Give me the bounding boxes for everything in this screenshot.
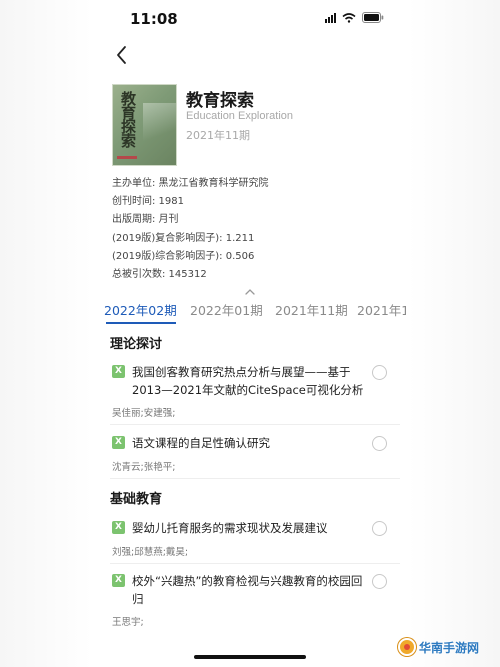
article-tag: X <box>112 365 125 378</box>
article-tag: X <box>112 436 125 449</box>
select-checkbox[interactable] <box>372 436 387 451</box>
select-checkbox[interactable] <box>372 521 387 536</box>
meta-founded: 创刊时间: 1981 <box>112 196 184 208</box>
home-indicator[interactable] <box>194 655 306 659</box>
watermark-logo-icon <box>398 638 416 656</box>
screen: 11:08 教育探索 教育探索 Education Exploration 20… <box>0 0 500 667</box>
battery-icon <box>362 12 384 23</box>
section-title: 理论探讨 <box>110 337 163 352</box>
article-tag: X <box>112 574 125 587</box>
wifi-icon <box>342 12 356 23</box>
article-tag: X <box>112 521 125 534</box>
article-title[interactable]: 校外“兴趣热”的教育检视与兴趣教育的校园回归 <box>132 572 368 608</box>
journal-issue: 2021年11期 <box>186 129 250 142</box>
section-title: 基础教育 <box>110 492 163 507</box>
tab-2021-1x[interactable]: 2021年1 <box>357 300 406 319</box>
journal-title-en: Education Exploration <box>186 110 294 122</box>
watermark: 华南手游网 <box>398 636 479 658</box>
article-authors: 沈青云;张艳平; <box>112 462 176 473</box>
signal-icon <box>325 12 336 23</box>
tab-2021-11[interactable]: 2021年11期 <box>275 300 348 319</box>
right-margin <box>408 0 500 667</box>
select-checkbox[interactable] <box>372 365 387 380</box>
article-title[interactable]: 婴幼儿托育服务的需求现状及发展建议 <box>132 519 368 537</box>
divider <box>110 424 400 425</box>
article-authors: 吴佳丽;安建强; <box>112 408 176 419</box>
cover-title: 教育探索 <box>119 91 137 147</box>
status-bar: 11:08 <box>98 8 398 32</box>
watermark-text: 华南手游网 <box>419 640 480 655</box>
cover-bar <box>117 156 137 159</box>
status-time: 11:08 <box>130 10 178 28</box>
chevron-left-icon <box>117 46 126 64</box>
tab-2022-02[interactable]: 2022年02期 <box>104 300 177 319</box>
meta-publisher: 主办单位: 黑龙江省教育科学研究院 <box>112 178 269 189</box>
issue-tabs: 2022年02期 2022年01期 2021年11期 2021年1 <box>104 296 406 326</box>
journal-title: 教育探索 <box>186 91 254 111</box>
journal-cover[interactable]: 教育探索 <box>112 84 177 166</box>
article-authors: 刘强;邱慧燕;戴昊; <box>112 547 189 558</box>
active-tab-indicator <box>106 322 176 324</box>
meta-frequency: 出版周期: 月刊 <box>112 214 179 226</box>
cover-decoration <box>143 103 176 155</box>
divider <box>110 478 400 479</box>
meta-composite-if: (2019版)复合影响因子): 1.211 <box>112 232 255 244</box>
back-button[interactable] <box>112 44 134 66</box>
article-authors: 王思宇; <box>112 617 144 628</box>
meta-comprehensive-if: (2019版)综合影响因子): 0.506 <box>112 250 255 262</box>
article-title[interactable]: 语文课程的自足性确认研究 <box>132 434 368 452</box>
journal-meta: 主办单位: 黑龙江省教育科学研究院 创刊时间: 1981 出版周期: 月刊 (2… <box>112 175 269 284</box>
status-icons <box>325 12 384 23</box>
article-title[interactable]: 我国创客教育研究热点分析与展望——基于2013—2021年文献的CiteSpac… <box>132 363 368 399</box>
tab-2022-01[interactable]: 2022年01期 <box>190 300 263 319</box>
select-checkbox[interactable] <box>372 574 387 589</box>
divider <box>110 563 400 564</box>
left-margin <box>0 0 92 667</box>
chevron-up-icon[interactable] <box>244 281 256 295</box>
